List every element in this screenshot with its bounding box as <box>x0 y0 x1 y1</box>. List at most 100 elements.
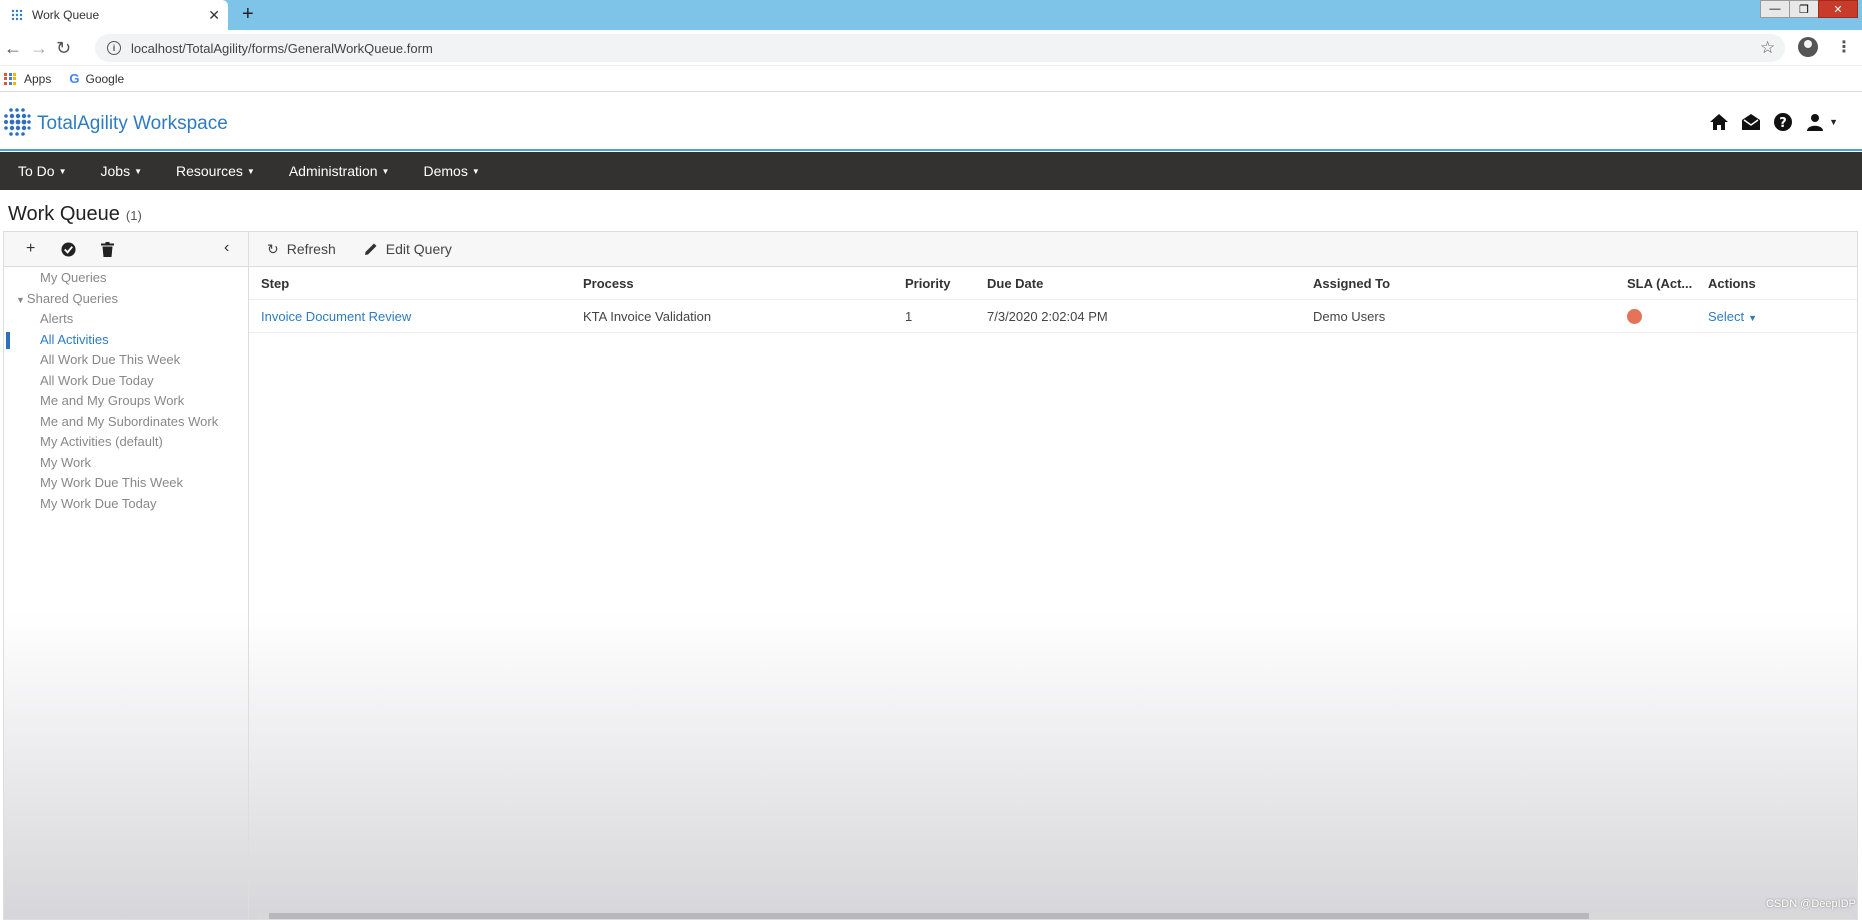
tree-group-shared-queries[interactable]: ▼ Shared Queries <box>4 289 248 310</box>
url-text: localhost/TotalAgility/forms/GeneralWork… <box>131 40 433 56</box>
tree-item-me-and-my-subordinates-work[interactable]: Me and My Subordinates Work <box>4 412 248 433</box>
envelope-open-icon[interactable] <box>1741 112 1761 132</box>
refresh-button[interactable]: ↻ Refresh <box>267 241 336 258</box>
sla-cell <box>1627 301 1701 333</box>
dropdown-caret-icon: ▼ <box>471 166 480 176</box>
main-navigation: To Do ▼ Jobs ▼ Resources ▼ Administration ▼ … <box>0 152 1862 190</box>
nav-label: Administration <box>288 163 378 179</box>
add-query-icon[interactable]: + <box>26 240 35 258</box>
nav-administration[interactable]: Administration ▼ <box>289 163 390 179</box>
scrollbar-thumb[interactable] <box>269 913 1589 919</box>
tree-item-all-work-due-today[interactable]: All Work Due Today <box>4 371 248 392</box>
column-header-process[interactable]: Process <box>583 268 893 300</box>
nav-label: Demos <box>423 163 468 179</box>
tree-item-my-work[interactable]: My Work <box>4 453 248 474</box>
due-date-cell: 7/3/2020 2:02:04 PM <box>987 309 1108 324</box>
app-header: TotalAgility Workspace ? ▼ <box>0 93 1862 151</box>
window-close-button[interactable]: ✕ <box>1818 0 1858 18</box>
column-header-priority[interactable]: Priority <box>905 268 977 300</box>
browser-profile-icon[interactable] <box>1798 37 1818 57</box>
nav-jobs[interactable]: Jobs ▼ <box>101 163 143 179</box>
nav-todo[interactable]: To Do ▼ <box>18 163 67 179</box>
bookmark-google[interactable]: G Google <box>69 71 124 86</box>
back-arrow-icon[interactable]: ← <box>4 38 22 59</box>
browser-menu-icon[interactable]: ⋮ <box>1836 37 1852 57</box>
query-tree: My Queries ▼ Shared Queries Alerts All Ac… <box>4 268 248 514</box>
refresh-label: Refresh <box>286 241 336 257</box>
new-tab-button[interactable]: + <box>242 3 254 26</box>
table-row[interactable]: Invoice Document Review KTA Invoice Vali… <box>249 301 1857 333</box>
work-queue-grid-pane: ↻ Refresh Edit Query Step Process Priori… <box>249 232 1857 919</box>
nav-demos[interactable]: Demos ▼ <box>423 163 479 179</box>
tree-item-label: Shared Queries <box>26 290 118 306</box>
dropdown-caret-icon: ▼ <box>134 166 142 176</box>
reload-icon[interactable]: ↻ <box>56 38 71 59</box>
tree-item-label: Me and My Groups Work <box>40 393 185 408</box>
user-menu-caret-icon[interactable]: ▼ <box>1829 117 1838 127</box>
bookmarks-bar: Apps G Google <box>0 66 1862 92</box>
dropdown-caret-icon: ▼ <box>381 166 390 176</box>
step-link[interactable]: Invoice Document Review <box>261 301 571 333</box>
select-action-dropdown[interactable]: Select ▼ <box>1708 301 1828 333</box>
header-icon-group: ? ▼ <box>1709 112 1838 132</box>
bookmark-apps[interactable]: Apps <box>4 72 51 86</box>
assigned-to-cell: Demo Users <box>1313 309 1386 324</box>
watermark: CSDN @DeepIDP <box>1765 898 1856 910</box>
column-header-step[interactable]: Step <box>261 268 571 300</box>
tree-item-label: My Work Due Today <box>40 495 157 511</box>
expand-caret-icon[interactable]: ▼ <box>16 295 25 305</box>
home-icon[interactable] <box>1709 112 1729 132</box>
user-icon[interactable] <box>1805 112 1825 132</box>
tree-item-all-work-due-this-week[interactable]: All Work Due This Week <box>4 350 248 371</box>
nav-label: To Do <box>18 163 55 179</box>
svg-text:?: ? <box>1779 116 1787 131</box>
url-field[interactable]: i localhost/TotalAgility/forms/GeneralWo… <box>95 34 1785 62</box>
column-header-assigned-to[interactable]: Assigned To <box>1313 268 1633 300</box>
tree-item-my-work-due-this-week[interactable]: My Work Due This Week <box>4 473 248 494</box>
pencil-icon <box>364 243 377 255</box>
nav-resources[interactable]: Resources ▼ <box>176 163 255 179</box>
tree-item-me-and-my-groups-work[interactable]: Me and My Groups Work <box>4 391 248 412</box>
tab-close-icon[interactable]: ✕ <box>208 7 220 24</box>
tree-item-my-queries[interactable]: My Queries <box>4 268 248 289</box>
forward-arrow-icon[interactable]: → <box>30 38 48 59</box>
tree-item-alerts[interactable]: Alerts <box>4 309 248 330</box>
tree-item-label: All Work Due Today <box>40 372 154 388</box>
window-restore-button[interactable]: ❐ <box>1789 0 1819 18</box>
dropdown-caret-icon: ▼ <box>58 166 67 176</box>
sidebar-toolbar: + ‹ <box>4 232 248 267</box>
address-bar: ← → ↻ i localhost/TotalAgility/forms/Gen… <box>0 30 1862 66</box>
query-sidebar: + ‹ My Queries ▼ Shared Queries Alerts Al… <box>4 232 249 919</box>
bookmark-label: Google <box>85 71 125 86</box>
tree-item-my-activities-default[interactable]: My Activities (default) <box>4 432 248 453</box>
tree-item-label: Me and My Subordinates Work <box>40 413 219 429</box>
site-info-icon[interactable]: i <box>107 41 121 55</box>
tree-item-label: All Work Due This Week <box>40 352 181 367</box>
page-title-text: Work Queue <box>8 203 120 225</box>
totalagility-logo-icon <box>4 108 31 136</box>
window-minimize-button[interactable]: — <box>1760 0 1790 18</box>
item-count: (1) <box>125 208 142 223</box>
table-header: Step Process Priority Due Date Assigned … <box>249 268 1857 300</box>
edit-query-button[interactable]: Edit Query <box>364 241 452 257</box>
trash-icon[interactable] <box>101 242 114 257</box>
process-cell: KTA Invoice Validation <box>583 309 712 324</box>
browser-tab[interactable]: Work Queue ✕ <box>0 0 228 30</box>
grid-toolbar: ↻ Refresh Edit Query <box>249 232 1857 267</box>
tree-item-label: My Work <box>40 454 92 470</box>
tree-item-label: My Activities (default) <box>40 434 163 449</box>
horizontal-scrollbar[interactable] <box>257 913 1852 919</box>
bookmark-star-icon[interactable]: ☆ <box>1760 38 1775 58</box>
app-title: TotalAgility Workspace <box>37 113 228 134</box>
tree-item-label: All Activities <box>40 331 109 347</box>
edit-query-label: Edit Query <box>385 241 452 257</box>
tree-item-my-work-due-today[interactable]: My Work Due Today <box>4 494 248 515</box>
column-header-due-date[interactable]: Due Date <box>987 268 1307 300</box>
select-action-label: Select <box>1708 309 1745 324</box>
help-icon[interactable]: ? <box>1773 112 1793 132</box>
check-circle-icon[interactable] <box>61 242 76 257</box>
collapse-sidebar-icon[interactable]: ‹ <box>224 239 229 257</box>
column-header-sla[interactable]: SLA (Act... <box>1627 268 1701 300</box>
tree-item-all-activities[interactable]: All Activities <box>4 330 248 351</box>
sla-status-dot <box>1627 308 1642 324</box>
